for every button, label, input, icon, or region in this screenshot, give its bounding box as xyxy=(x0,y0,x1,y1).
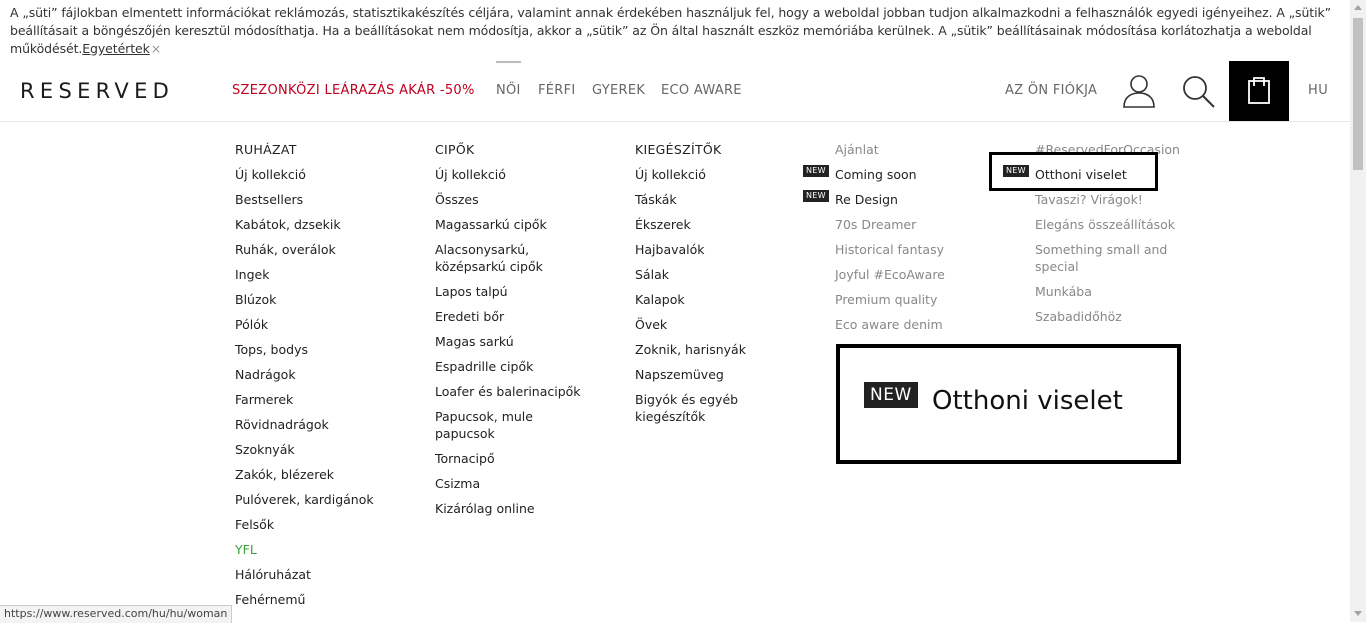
menu-item[interactable]: Ajánlat xyxy=(835,141,1005,158)
menu-item[interactable]: Új kollekció xyxy=(235,166,405,183)
menu-item[interactable]: Ékszerek xyxy=(635,216,805,233)
logo[interactable]: RESERVED xyxy=(20,79,174,103)
cookie-close-icon[interactable]: × xyxy=(151,41,161,56)
menu-item[interactable]: Övek xyxy=(635,316,805,333)
menu-item[interactable]: Alacsonysarkú, középsarkú cipők xyxy=(435,241,555,275)
menu-item[interactable]: Something small and special xyxy=(1035,241,1185,275)
menu-item[interactable]: Hajbavalók xyxy=(635,241,805,258)
menu-item[interactable]: Loafer és balerinacipők xyxy=(435,383,605,400)
menu-item-re-design[interactable]: NEW Re Design xyxy=(803,190,1005,208)
language-selector[interactable]: HU xyxy=(1308,83,1328,98)
menu-item[interactable]: Blúzok xyxy=(235,291,405,308)
nav-eco-aware[interactable]: ECO AWARE xyxy=(661,83,742,98)
menu-item[interactable]: Eredeti bőr xyxy=(435,308,605,325)
site-header: RESERVED SZEZONKÖZI LEÁRAZÁS AKÁR -50% N… xyxy=(0,61,1350,122)
menu-item[interactable]: Lapos talpú xyxy=(435,283,605,300)
cookie-accept-link[interactable]: Egyetértek xyxy=(82,41,150,56)
menu-heading-accessories[interactable]: KIEGÉSZÍTŐK xyxy=(635,141,805,158)
menu-item[interactable]: Új kollekció xyxy=(635,166,805,183)
menu-item[interactable]: Kizárólag online xyxy=(435,500,605,517)
menu-item[interactable]: 70s Dreamer xyxy=(835,216,1005,233)
menu-item[interactable]: Napszemüveg xyxy=(635,366,805,383)
menu-column-offers: Ajánlat NEW Coming soon NEW Re Design 70s … xyxy=(803,141,1005,341)
user-icon[interactable] xyxy=(1121,73,1157,109)
nav-sale[interactable]: SZEZONKÖZI LEÁRAZÁS AKÁR -50% xyxy=(232,83,475,98)
menu-item[interactable]: Felsők xyxy=(235,516,405,533)
nav-men[interactable]: FÉRFI xyxy=(538,83,576,98)
nav-kids[interactable]: GYEREK xyxy=(592,83,645,98)
menu-item[interactable]: Magas sarkú xyxy=(435,333,605,350)
cookie-text-1: A „süti” fájlokban elmentett információk… xyxy=(10,5,1331,20)
menu-heading-shoes[interactable]: CIPŐK xyxy=(435,141,605,158)
menu-item[interactable]: Kabátok, dzsekik xyxy=(235,216,405,233)
menu-item[interactable]: Papucsok, mule papucsok xyxy=(435,408,555,442)
zoom-new-badge: NEW xyxy=(864,382,918,408)
menu-column-clothing: RUHÁZAT Új kollekció Bestsellers Kabátok… xyxy=(235,141,405,616)
menu-item[interactable]: Tops, bodys xyxy=(235,341,405,358)
menu-item[interactable]: Pulóverek, kardigánok xyxy=(235,491,405,508)
menu-item[interactable]: Ingek xyxy=(235,266,405,283)
new-badge: NEW xyxy=(803,165,829,177)
menu-item[interactable]: Új kollekció xyxy=(435,166,605,183)
menu-item[interactable]: Zoknik, harisnyák xyxy=(635,341,805,358)
highlight-box xyxy=(989,152,1158,191)
menu-item[interactable]: Magassarkú cipők xyxy=(435,216,605,233)
menu-item[interactable]: Szabadidőhöz xyxy=(1035,308,1205,325)
scrollbar-thumb[interactable] xyxy=(1353,18,1363,170)
cookie-text-3: működését. xyxy=(10,41,83,56)
zoom-label: Otthoni viselet xyxy=(932,386,1123,416)
menu-item[interactable]: Szoknyák xyxy=(235,441,405,458)
nav-women[interactable]: NŐI xyxy=(496,61,521,98)
zoom-callout: NEW Otthoni viselet xyxy=(836,344,1181,464)
menu-item[interactable]: Joyful #EcoAware xyxy=(835,266,1005,283)
menu-item[interactable]: Pólók xyxy=(235,316,405,333)
search-icon[interactable] xyxy=(1181,74,1217,110)
menu-item[interactable]: Táskák xyxy=(635,191,805,208)
menu-item[interactable]: Hálóruházat xyxy=(235,566,405,583)
cart-button[interactable] xyxy=(1229,61,1289,121)
menu-item[interactable]: Kalapok xyxy=(635,291,805,308)
menu-item[interactable]: Premium quality xyxy=(835,291,1005,308)
menu-item[interactable]: Fehérnemű xyxy=(235,591,405,608)
account-label[interactable]: AZ ÖN FIÓKJA xyxy=(1005,83,1097,98)
shopping-bag-icon xyxy=(1248,77,1270,104)
menu-item[interactable]: Nadrágok xyxy=(235,366,405,383)
menu-item[interactable]: Tornacipő xyxy=(435,450,605,467)
new-badge: NEW xyxy=(803,190,829,202)
menu-item[interactable]: Sálak xyxy=(635,266,805,283)
menu-item[interactable]: Zakók, blézerek xyxy=(235,466,405,483)
menu-item[interactable]: Historical fantasy xyxy=(835,241,1005,258)
scroll-down-icon[interactable] xyxy=(1354,611,1362,616)
menu-item[interactable]: Bigyók és egyéb kiegészítők xyxy=(635,391,755,425)
menu-item[interactable]: Bestsellers xyxy=(235,191,405,208)
menu-item[interactable]: Tavaszi? Virágok! xyxy=(1035,191,1205,208)
menu-item[interactable]: Farmerek xyxy=(235,391,405,408)
scrollbar[interactable] xyxy=(1350,0,1366,622)
menu-item[interactable]: Csizma xyxy=(435,475,605,492)
menu-column-shoes: CIPŐK Új kollekció Összes Magassarkú cip… xyxy=(435,141,605,525)
menu-item[interactable]: Ruhák, overálok xyxy=(235,241,405,258)
menu-item[interactable]: Munkába xyxy=(1035,283,1205,300)
status-url: https://www.reserved.com/hu/hu/woman xyxy=(0,605,233,623)
menu-column-accessories: KIEGÉSZÍTŐK Új kollekció Táskák Ékszerek… xyxy=(635,141,805,433)
menu-heading-clothing[interactable]: RUHÁZAT xyxy=(235,141,405,158)
menu-item[interactable]: Espadrille cipők xyxy=(435,358,605,375)
cookie-banner: A „süti” fájlokban elmentett információk… xyxy=(0,0,1350,61)
menu-item[interactable]: Eco aware denim xyxy=(835,316,1005,333)
menu-item-yfl[interactable]: YFL xyxy=(235,541,405,558)
menu-item-coming-soon[interactable]: NEW Coming soon xyxy=(803,165,1005,183)
menu-item[interactable]: Elegáns összeállítások xyxy=(1035,216,1205,233)
cookie-text-2: beállításait a böngészőjén keresztül mód… xyxy=(10,23,1312,38)
scroll-up-icon[interactable] xyxy=(1354,5,1362,10)
menu-item[interactable]: Összes xyxy=(435,191,605,208)
menu-item[interactable]: Rövidnadrágok xyxy=(235,416,405,433)
